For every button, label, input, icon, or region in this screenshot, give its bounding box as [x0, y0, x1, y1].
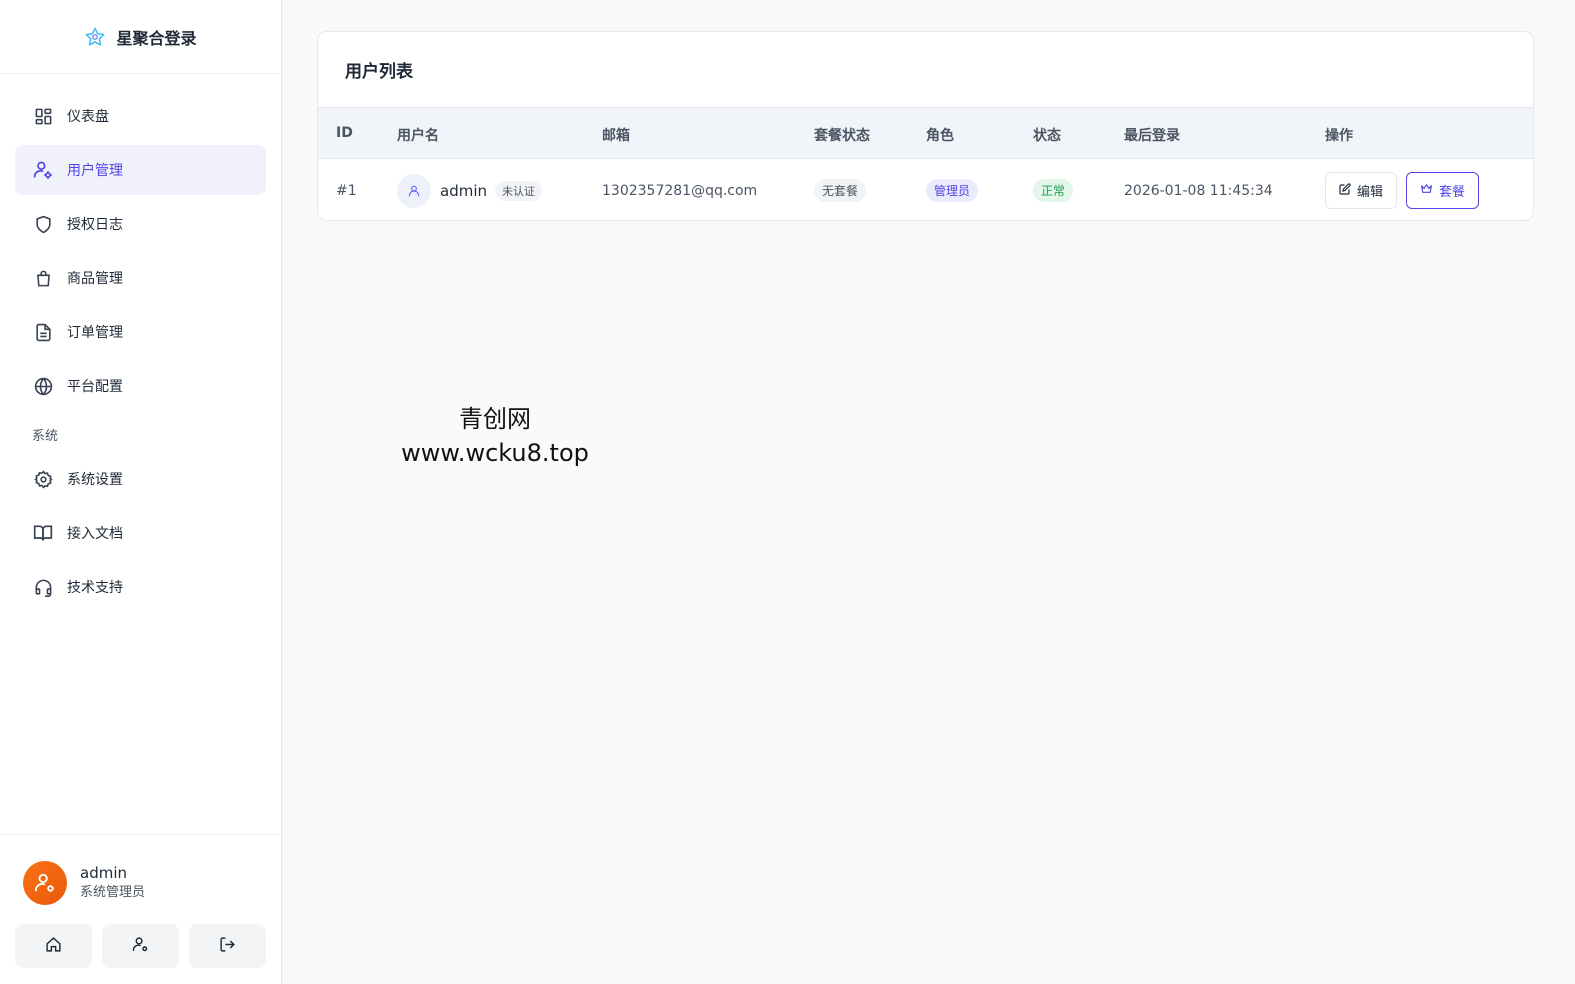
sidebar-item-label: 商品管理 — [67, 271, 123, 287]
sidebar-item-orders[interactable]: 订单管理 — [15, 307, 266, 357]
user-icon — [397, 173, 431, 208]
sidebar-item-label: 平台配置 — [67, 379, 123, 395]
cell-username: admin 未认证 — [397, 159, 542, 220]
home-button[interactable] — [15, 924, 92, 968]
sidebar-item-users[interactable]: 用户管理 — [15, 145, 266, 195]
sidebar-item-label: 技术支持 — [67, 580, 123, 596]
brand-title: 星聚合登录 — [116, 28, 197, 48]
watermark: 青创网 www.wcku8.top — [391, 402, 599, 476]
plan-button[interactable]: 套餐 — [1406, 172, 1480, 209]
sidebar-item-dashboard[interactable]: 仪表盘 — [15, 91, 266, 141]
edit-icon — [1339, 182, 1351, 199]
user-role: 系统管理员 — [80, 885, 146, 900]
sidebar-item-auth-log[interactable]: 授权日志 — [15, 199, 266, 249]
table-row[interactable]: #1 admin 未认证 1302357281@qq.com 无套餐 管理员 正… — [318, 159, 1533, 220]
cell-status: 正常 — [1033, 159, 1074, 220]
user-panel: admin 系统管理员 — [0, 834, 281, 984]
cell-last-login: 2026-01-08 11:45:34 — [1124, 182, 1273, 199]
watermark-line2: www.wcku8.top — [401, 439, 589, 467]
cell-actions: 编辑 套餐 — [1325, 159, 1480, 220]
gear-icon — [33, 469, 53, 489]
sidebar-item-label: 订单管理 — [67, 325, 123, 341]
column-header: 操作 — [1325, 128, 1353, 144]
shopping-bag-icon — [33, 268, 53, 288]
dashboard-icon — [33, 106, 53, 126]
column-header: 最后登录 — [1124, 128, 1180, 144]
home-icon — [45, 936, 62, 957]
user-cog-icon — [132, 936, 149, 957]
status-badge: 正常 — [1033, 179, 1074, 202]
sidebar-item-label: 用户管理 — [67, 163, 123, 179]
column-header: 状态 — [1033, 128, 1061, 144]
column-header: 套餐状态 — [814, 128, 870, 144]
user-cog-icon — [33, 160, 53, 180]
role-badge: 管理员 — [926, 179, 979, 202]
document-icon — [33, 322, 53, 342]
logout-button[interactable] — [189, 924, 266, 968]
column-header: 角色 — [926, 128, 954, 144]
table-header: ID 用户名 邮箱 套餐状态 角色 状态 最后登录 操作 — [318, 107, 1533, 159]
plan-button-label: 套餐 — [1439, 185, 1466, 200]
current-user[interactable]: admin 系统管理员 — [15, 861, 266, 905]
verify-badge: 未认证 — [495, 180, 542, 201]
user-list-card: 用户列表 ID 用户名 邮箱 套餐状态 角色 状态 最后登录 操作 #1 adm… — [317, 31, 1534, 221]
watermark-line1: 青创网 — [459, 405, 531, 433]
edit-button-label: 编辑 — [1357, 185, 1384, 200]
crown-icon — [1420, 182, 1433, 199]
cell-role: 管理员 — [926, 159, 979, 220]
user-actions — [15, 924, 266, 968]
sidebar-item-label: 系统设置 — [67, 472, 123, 488]
book-icon — [33, 523, 53, 543]
sidebar-item-label: 接入文档 — [67, 526, 123, 542]
column-header: ID — [336, 125, 353, 141]
edit-button[interactable]: 编辑 — [1325, 172, 1398, 209]
nav-section-system: 系统 — [32, 429, 59, 444]
star-icon — [84, 26, 106, 48]
sidebar-item-support[interactable]: 技术支持 — [15, 562, 266, 612]
column-header: 用户名 — [397, 128, 439, 144]
cell-email: 1302357281@qq.com — [602, 182, 758, 199]
plan-status-badge: 无套餐 — [814, 179, 867, 202]
main-nav: 仪表盘 用户管理 授权日志 商品管理 订单管理 平台配置 系统 系统设置 接入文… — [0, 74, 281, 612]
avatar — [23, 861, 67, 905]
shield-icon — [33, 214, 53, 234]
globe-icon — [33, 376, 53, 396]
sidebar-item-settings[interactable]: 系统设置 — [15, 454, 266, 504]
sidebar-item-label: 仪表盘 — [67, 109, 109, 125]
headset-icon — [33, 577, 53, 597]
sidebar-item-label: 授权日志 — [67, 217, 123, 233]
column-header: 邮箱 — [602, 128, 630, 144]
user-name: admin — [80, 864, 127, 882]
cell-id: #1 — [336, 182, 357, 199]
sidebar-item-docs[interactable]: 接入文档 — [15, 508, 266, 558]
app-root: 星聚合登录 仪表盘 用户管理 授权日志 商品管理 订单管理 平台配置 系统 系统… — [0, 0, 1575, 984]
sidebar-item-products[interactable]: 商品管理 — [15, 253, 266, 303]
sidebar-item-platform[interactable]: 平台配置 — [15, 361, 266, 411]
username-text: admin — [440, 181, 487, 200]
sidebar: 星聚合登录 仪表盘 用户管理 授权日志 商品管理 订单管理 平台配置 系统 系统… — [0, 0, 282, 984]
profile-settings-button[interactable] — [102, 924, 179, 968]
brand[interactable]: 星聚合登录 — [0, 0, 281, 74]
page-title: 用户列表 — [345, 62, 413, 82]
cell-plan-status: 无套餐 — [814, 159, 867, 220]
logout-icon — [219, 936, 236, 957]
